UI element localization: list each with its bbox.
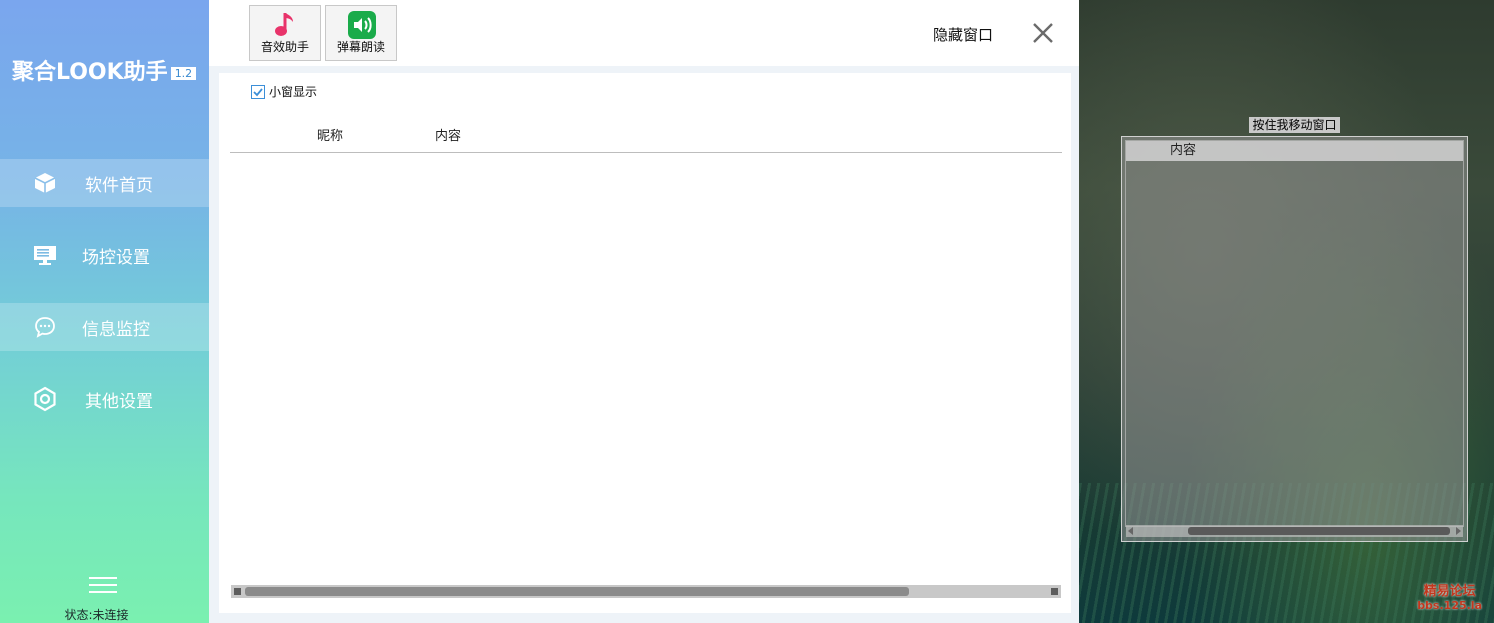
mini-scrollbar-thumb[interactable] — [1188, 527, 1450, 535]
app-title: 聚合LOOK助手 — [12, 60, 168, 85]
chat-bubble-icon — [32, 314, 58, 340]
sidebar: 聚合LOOK助手 1.2 软件首页 场控设置 信息监控 其他设置 状态:未连接 — [0, 0, 209, 623]
connection-status: 状态:未连接 — [64, 608, 129, 622]
forum-watermark: 精易论坛 bbs.125.la — [1417, 585, 1482, 613]
content-frame: 小窗显示 昵称 内容 — [209, 66, 1079, 623]
top-toolbar: 音效助手 弹幕朗读 隐藏窗口 — [209, 0, 1079, 66]
danmaku-read-label: 弹幕朗读 — [336, 40, 385, 54]
mini-window-drag-handle[interactable]: 按住我移动窗口 — [1249, 117, 1340, 133]
app-window: 聚合LOOK助手 1.2 软件首页 场控设置 信息监控 其他设置 状态:未连接 … — [0, 0, 1079, 623]
sidebar-item-other-settings[interactable]: 其他设置 — [0, 375, 209, 423]
header-divider — [230, 152, 1062, 153]
horizontal-scrollbar[interactable] — [231, 585, 1061, 598]
sound-effects-button[interactable]: 音效助手 — [249, 5, 321, 61]
sidebar-item-home[interactable]: 软件首页 — [0, 159, 209, 207]
music-note-icon — [271, 10, 301, 40]
column-header-content[interactable]: 内容 — [435, 125, 461, 144]
mini-window-column-header: 内容 — [1126, 141, 1463, 161]
sound-effects-label: 音效助手 — [260, 40, 309, 54]
scroll-right-arrow-icon[interactable] — [1051, 588, 1058, 595]
scroll-right-arrow-icon[interactable] — [1456, 527, 1461, 535]
hide-window-button[interactable]: 隐藏窗口 — [933, 24, 993, 45]
sidebar-item-label: 信息监控 — [82, 319, 150, 340]
scrollbar-thumb[interactable] — [245, 587, 909, 596]
mini-window-list — [1125, 140, 1464, 527]
scroll-left-arrow-icon[interactable] — [234, 588, 241, 595]
app-brand: 聚合LOOK助手 1.2 — [12, 54, 197, 86]
mini-window-scrollbar[interactable] — [1126, 525, 1463, 537]
watermark-line-1: 精易论坛 — [1423, 584, 1476, 599]
column-header-nickname[interactable]: 昵称 — [317, 125, 343, 144]
cube-icon — [32, 170, 58, 196]
monitor-icon — [32, 242, 58, 268]
sidebar-item-field-control[interactable]: 场控设置 — [0, 231, 209, 279]
sidebar-item-message-monitor[interactable]: 信息监控 — [0, 303, 209, 351]
hamburger-icon[interactable] — [89, 577, 117, 595]
sidebar-item-label: 其他设置 — [85, 391, 153, 412]
message-list-panel: 小窗显示 昵称 内容 — [219, 73, 1071, 613]
checkbox-label: 小窗显示 — [269, 85, 318, 99]
close-icon[interactable] — [1032, 22, 1054, 44]
settings-hex-icon — [32, 386, 58, 412]
mini-window: 内容 — [1121, 136, 1468, 542]
sidebar-item-label: 场控设置 — [82, 247, 150, 268]
version-badge: 1.2 — [170, 67, 197, 80]
danmaku-read-button[interactable]: 弹幕朗读 — [325, 5, 397, 61]
checkbox-box[interactable] — [251, 84, 265, 99]
small-window-checkbox[interactable]: 小窗显示 — [251, 83, 317, 100]
scroll-left-arrow-icon[interactable] — [1128, 527, 1133, 535]
watermark-line-2: bbs.125.la — [1417, 599, 1482, 612]
speaker-icon — [347, 10, 377, 40]
sidebar-item-label: 软件首页 — [85, 175, 153, 196]
mini-column-content: 内容 — [1170, 143, 1197, 158]
